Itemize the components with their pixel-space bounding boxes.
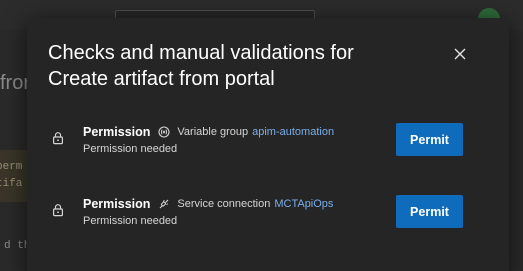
background-heading: fror: [0, 72, 30, 94]
permit-button[interactable]: Permit: [396, 195, 463, 228]
resource-link[interactable]: MCTApiOps: [274, 196, 333, 212]
check-item-variable-group: Permission Variable group apim-automatio…: [27, 122, 509, 162]
check-item-service-connection: Permission Service connection MCTApiOps …: [27, 194, 509, 234]
check-status: Permission needed: [83, 143, 178, 155]
close-icon: [454, 48, 466, 60]
check-kind: Permission: [83, 197, 151, 211]
checks-dialog: Checks and manual validations for Create…: [27, 18, 509, 271]
lock-icon: [53, 132, 64, 145]
variable-group-icon: [158, 126, 170, 138]
check-header: Permission Variable group apim-automatio…: [83, 124, 334, 140]
check-kind: Permission: [83, 125, 151, 139]
resource-type: Service connection: [177, 198, 271, 210]
dialog-title: Checks and manual validations for Create…: [48, 42, 354, 90]
check-status: Permission needed: [83, 215, 178, 227]
close-button[interactable]: [450, 44, 470, 64]
check-header: Permission Service connection MCTApiOps: [83, 196, 333, 212]
permit-button[interactable]: Permit: [396, 123, 463, 156]
resource-link[interactable]: apim-automation: [252, 124, 334, 140]
service-connection-icon: [160, 199, 169, 209]
lock-icon: [53, 204, 64, 217]
resource-type: Variable group: [177, 126, 249, 138]
